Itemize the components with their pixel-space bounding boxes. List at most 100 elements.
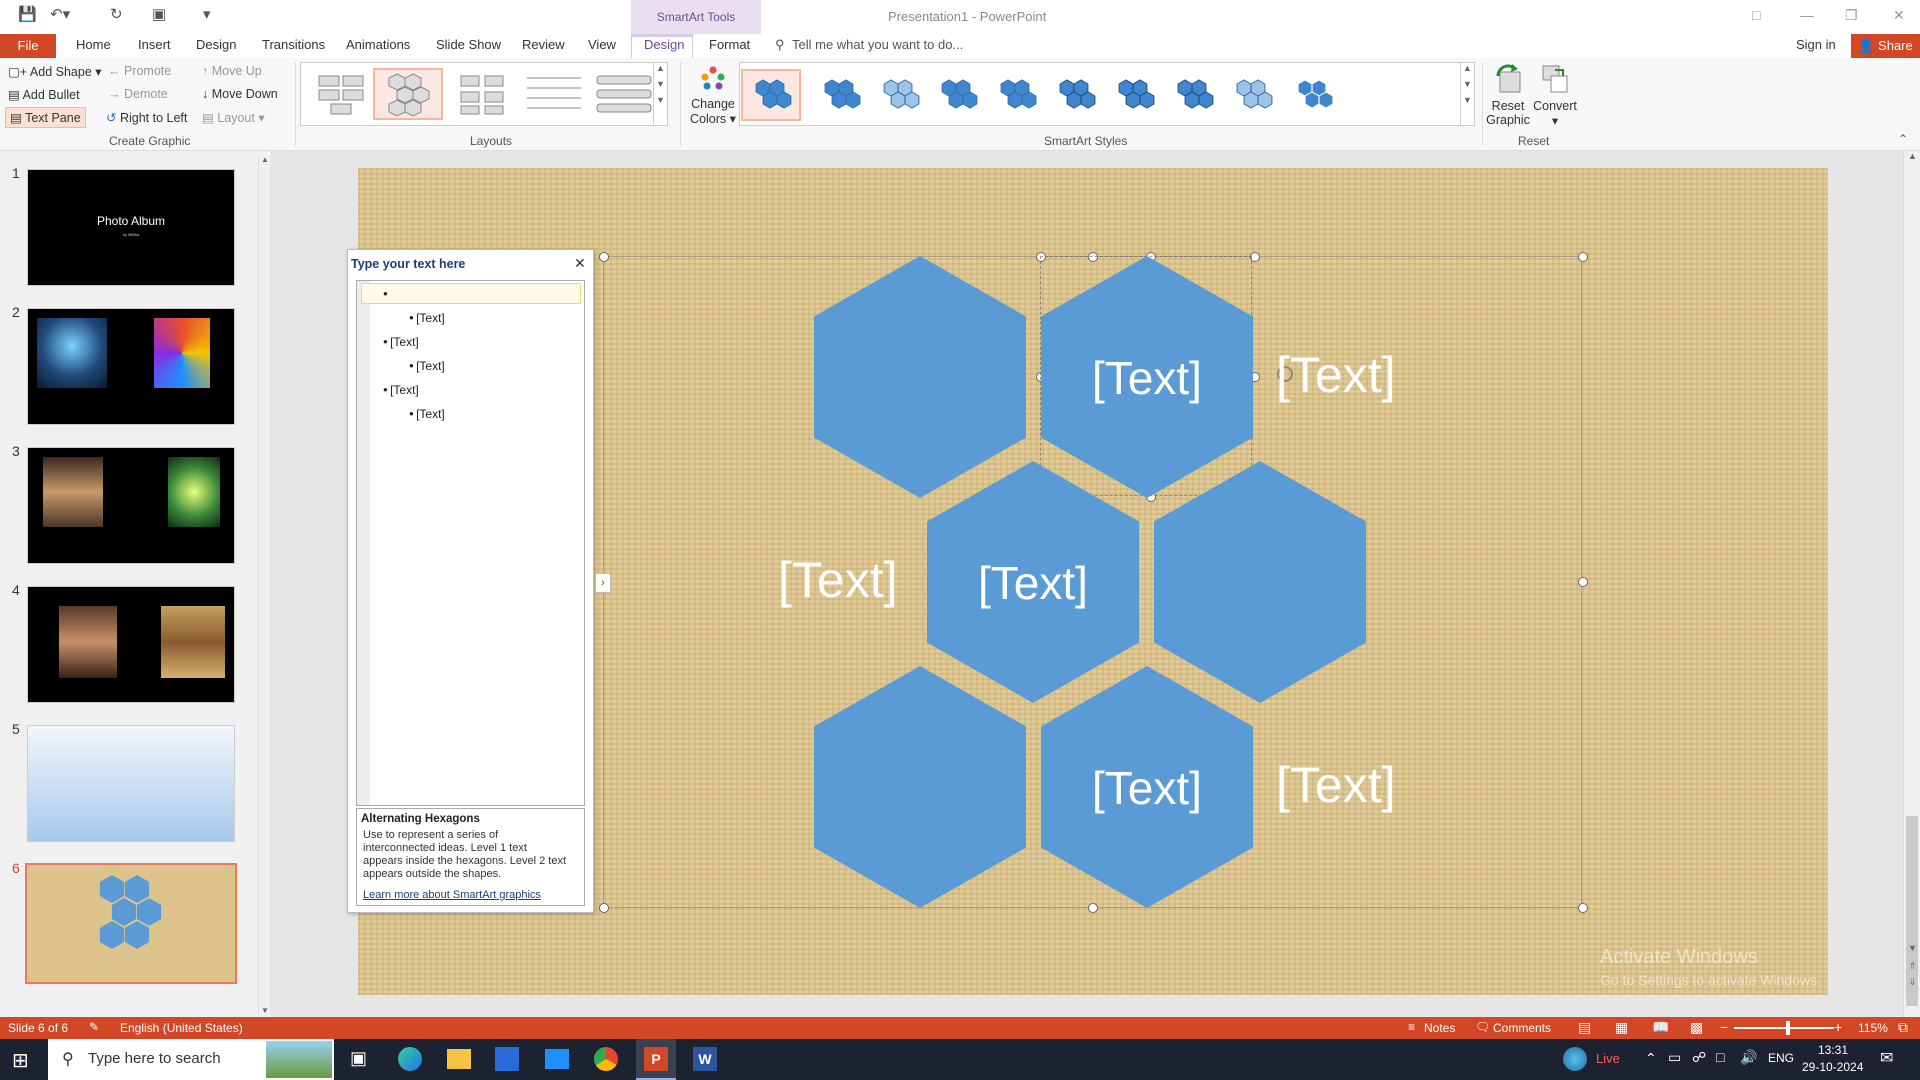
smartart-style-option[interactable] — [1047, 71, 1103, 119]
ribbon-display-options-icon[interactable]: □ — [1752, 7, 1760, 23]
hexagon-text[interactable]: [Text] — [1041, 351, 1253, 405]
powerpoint-taskbar-button[interactable]: P — [636, 1039, 676, 1080]
language-indicator[interactable]: ENG — [1768, 1051, 1794, 1065]
text-pane-toggle-icon[interactable]: › — [595, 573, 611, 593]
gallery-more-icon[interactable]: ▼ — [1461, 95, 1474, 105]
zoom-in-icon[interactable]: + — [1834, 1019, 1842, 1035]
word-icon[interactable]: W — [693, 1047, 717, 1071]
minimize-icon[interactable]: — — [1800, 7, 1814, 23]
tab-animations[interactable]: Animations — [346, 37, 410, 52]
comments-button[interactable]: Comments — [1493, 1021, 1551, 1035]
text-pane-bullet[interactable]: ● [Text] — [409, 407, 445, 421]
reading-view-icon[interactable]: 📖 — [1652, 1019, 1669, 1036]
smartart-style-option[interactable] — [812, 71, 868, 119]
restore-icon[interactable]: ❐ — [1845, 7, 1858, 24]
clock-time[interactable]: 13:31 — [1818, 1043, 1848, 1057]
text-pane-bullet[interactable]: ● [Text] — [409, 311, 445, 325]
network-icon[interactable]: ☍ — [1692, 1049, 1706, 1066]
reset-graphic-button[interactable]: Reset Graphic — [1486, 62, 1530, 127]
scroll-down-icon[interactable]: ▼ — [654, 79, 667, 89]
file-explorer-icon[interactable] — [447, 1049, 471, 1069]
layout-button[interactable]: ▤ Layout ▾ — [202, 110, 265, 125]
zoom-slider-thumb[interactable] — [1785, 1021, 1790, 1035]
tab-transitions[interactable]: Transitions — [262, 37, 325, 52]
slide-thumbnail-4[interactable] — [27, 586, 235, 703]
level2-text[interactable]: [Text] — [1276, 756, 1395, 814]
close-icon[interactable]: ✕ — [574, 255, 586, 272]
gallery-more-icon[interactable]: ▼ — [654, 95, 667, 105]
volume-icon[interactable]: 🔊 — [1740, 1049, 1757, 1066]
gallery-scroll[interactable]: ▲ ▼ ▼ — [653, 63, 667, 125]
slide-thumbnail-5[interactable] — [27, 725, 235, 842]
spell-check-icon[interactable]: ✎ — [89, 1020, 99, 1034]
change-colors-button[interactable]: Change Colors ▾ — [690, 64, 736, 126]
tell-me-search[interactable]: Tell me what you want to do... — [792, 37, 963, 52]
redo-icon[interactable]: ↻ — [110, 5, 123, 23]
tab-view[interactable]: View — [588, 37, 616, 52]
text-pane-bullet[interactable]: ● [Text] — [383, 383, 419, 397]
edge-icon[interactable] — [398, 1047, 422, 1071]
tab-file[interactable]: File — [0, 34, 56, 58]
clock-date[interactable]: 29-10-2024 — [1802, 1060, 1863, 1074]
level2-text[interactable]: [Text] — [778, 551, 897, 609]
smartart-style-option[interactable] — [871, 71, 927, 119]
slide-thumbnail-2[interactable] — [27, 308, 235, 425]
collapse-ribbon-icon[interactable]: ⌃ — [1898, 132, 1908, 146]
resize-handle[interactable] — [1578, 252, 1588, 262]
customize-qat-icon[interactable]: ▾ — [203, 5, 211, 23]
store-icon[interactable] — [495, 1047, 519, 1071]
smartart-style-option[interactable] — [929, 71, 985, 119]
layout-option[interactable] — [449, 70, 515, 118]
slide-thumbnail-6[interactable] — [25, 863, 237, 984]
next-slide-icon[interactable]: ⇓ — [1904, 977, 1920, 988]
smartart-style-option[interactable] — [1224, 71, 1280, 119]
share-button[interactable]: 👤 Share — [1851, 34, 1920, 58]
live-label[interactable]: Live — [1596, 1051, 1620, 1066]
present-from-start-icon[interactable]: ▣ — [152, 5, 166, 23]
smartart-style-option-selected[interactable] — [741, 69, 801, 121]
close-window-icon[interactable]: ✕ — [1893, 7, 1905, 24]
chrome-icon[interactable] — [594, 1047, 618, 1071]
add-shape-button[interactable]: ▢+ Add Shape ▾ — [8, 64, 102, 79]
task-view-icon[interactable]: ▣ — [350, 1048, 367, 1069]
windows-start-icon[interactable]: ⊞ — [12, 1048, 29, 1073]
show-hidden-icons-icon[interactable]: ⌃ — [1645, 1050, 1657, 1067]
zoom-out-icon[interactable]: − — [1720, 1019, 1728, 1035]
tab-insert[interactable]: Insert — [138, 37, 171, 52]
normal-view-icon[interactable]: ▤ — [1578, 1019, 1591, 1036]
cricket-live-icon[interactable] — [1563, 1047, 1587, 1071]
move-down-button[interactable]: ↓ Move Down — [202, 87, 278, 101]
notifications-icon[interactable]: ✉ — [1880, 1048, 1893, 1068]
slide-sorter-icon[interactable]: ▦ — [1615, 1019, 1628, 1036]
add-bullet-button[interactable]: ▤ Add Bullet — [8, 87, 80, 102]
layout-option[interactable] — [521, 70, 587, 118]
layout-option[interactable] — [591, 70, 657, 118]
save-icon[interactable]: 💾 — [18, 5, 37, 23]
tab-review[interactable]: Review — [522, 37, 565, 52]
smartart-style-option[interactable] — [1285, 71, 1341, 119]
vertical-scrollbar[interactable]: ▲ ▼ ⇑ ⇓ — [1903, 151, 1920, 1017]
text-pane-button[interactable]: ▤ Text Pane — [5, 107, 86, 128]
scroll-down-icon[interactable]: ▼ — [1461, 79, 1474, 89]
zoom-slider[interactable] — [1734, 1021, 1834, 1035]
scroll-up-icon[interactable]: ▲ — [1461, 63, 1474, 73]
gallery-scroll[interactable]: ▲ ▼ ▼ — [1460, 63, 1474, 125]
tab-design[interactable]: Design — [196, 37, 236, 52]
tab-smartart-design[interactable]: Design — [644, 37, 684, 52]
layout-option-alternating-hexagons[interactable] — [373, 68, 443, 120]
hexagon-text[interactable]: [Text] — [927, 556, 1139, 610]
tab-home[interactable]: Home — [76, 37, 111, 52]
slide-thumbnail-3[interactable] — [27, 447, 235, 564]
promote-button[interactable]: ← Promote — [108, 64, 171, 78]
move-up-button[interactable]: ↑ Move Up — [202, 64, 262, 78]
display-icon[interactable]: □ — [1716, 1049, 1724, 1065]
convert-button[interactable]: Convert ▾ — [1532, 62, 1578, 128]
taskbar-search[interactable]: ⚲ Type here to search — [48, 1039, 334, 1080]
smartart-style-option[interactable] — [988, 71, 1044, 119]
mail-icon[interactable] — [545, 1049, 569, 1069]
battery-icon[interactable]: ▭ — [1668, 1049, 1681, 1066]
demote-button[interactable]: → Demote — [108, 87, 168, 101]
undo-icon[interactable]: ↶▾ — [50, 5, 70, 23]
scroll-down-icon[interactable]: ▼ — [1904, 943, 1920, 953]
level2-text[interactable]: [Text] — [1276, 346, 1395, 404]
